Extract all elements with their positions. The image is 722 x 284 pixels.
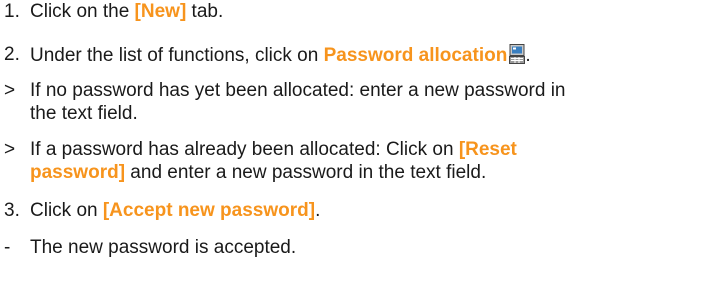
step-3-before: Click on — [30, 200, 103, 221]
step-2-text: Under the list of functions, click on Pa… — [30, 44, 531, 67]
step-3-after: . — [315, 200, 321, 221]
condition-2-line-1: If a password has already been allocated… — [30, 139, 517, 161]
condition-2-before: If a password has already been allocated… — [30, 139, 459, 160]
step-2-marker: 2. — [4, 44, 20, 65]
step-1-before: Click on the — [30, 1, 135, 22]
step-2-before: Under the list of functions, click on — [30, 45, 324, 66]
reset-password-reference-part-2: password] — [30, 162, 126, 183]
condition-1-line-1: If no password has yet been allocated: e… — [30, 80, 566, 101]
condition-2-after: and enter a new password in the text fie… — [125, 162, 487, 183]
condition-1-line-2: the text field. — [30, 103, 138, 124]
step-1-after: tab. — [186, 1, 224, 22]
password-allocation-reference: Password allocation — [323, 45, 508, 66]
reset-password-reference-part-1: [Reset — [458, 139, 517, 160]
step-2-after: . — [525, 45, 531, 66]
step-3-text: Click on [Accept new password]. — [30, 200, 320, 222]
condition-1-marker: > — [4, 80, 16, 101]
result-marker: - — [4, 237, 11, 258]
computer-terminal-icon — [509, 44, 526, 64]
instruction-document: 1. Click on the [New] tab. 2. Under the … — [0, 0, 722, 284]
step-3-marker: 3. — [4, 200, 20, 221]
condition-2-marker: > — [4, 139, 16, 160]
result-text: The new password is accepted. — [30, 237, 297, 258]
step-1-marker: 1. — [4, 1, 20, 22]
accept-new-password-reference: [Accept new password] — [102, 200, 316, 221]
new-tab-reference: [New] — [134, 1, 187, 22]
step-1-text: Click on the [New] tab. — [30, 1, 223, 23]
condition-2-line-2: password] and enter a new password in th… — [30, 162, 486, 184]
